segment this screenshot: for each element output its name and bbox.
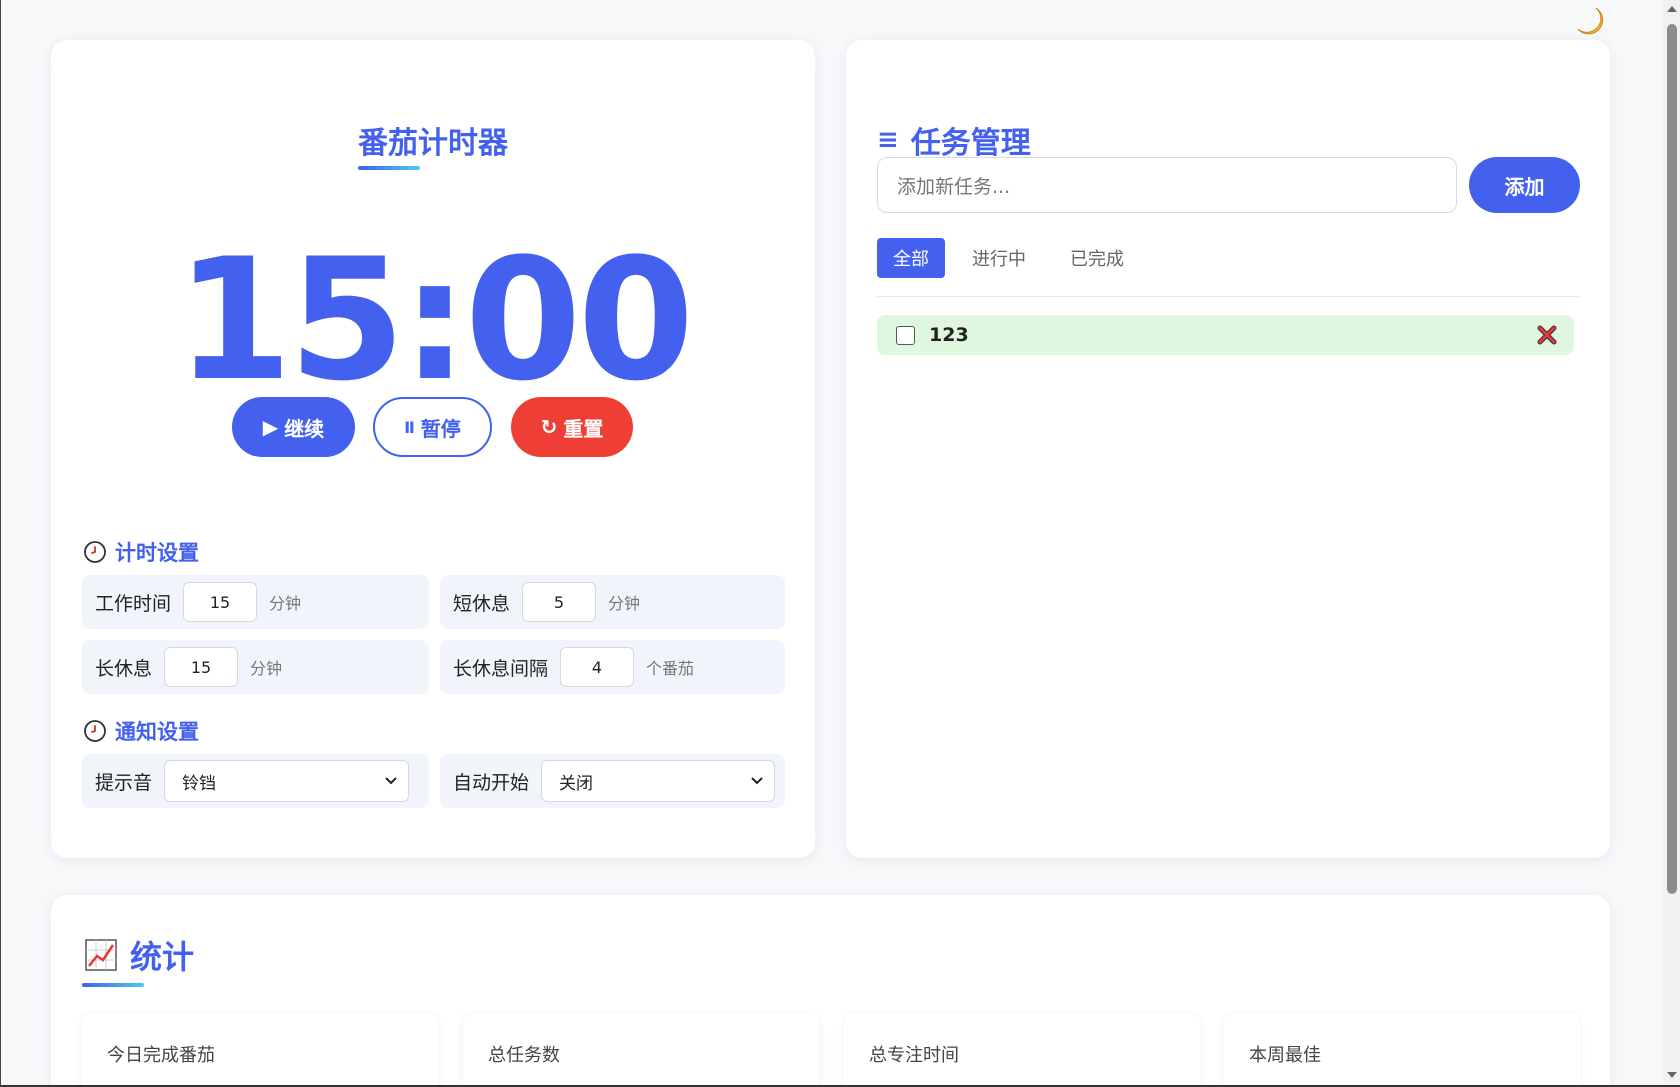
reset-button[interactable]: ↻ 重置: [511, 397, 633, 457]
continue-label: 继续: [284, 416, 325, 441]
timer-card: 番茄计时器 15:00 ▶ 继续 Ⅱ 暂停 ↻ 重置 计时设置 工作时间 15 …: [51, 40, 815, 858]
short-break-unit: 分钟: [608, 594, 641, 613]
timing-settings-label: 计时设置: [115, 541, 199, 565]
pause-button[interactable]: Ⅱ 暂停: [373, 397, 492, 457]
scroll-thumb[interactable]: [1667, 24, 1677, 894]
long-break-input[interactable]: 15: [164, 647, 239, 687]
stats-title: 统计: [84, 932, 194, 978]
stat-card-today: 今日完成番茄: [82, 1014, 438, 1087]
sound-select-value: 铃铛: [182, 773, 217, 794]
task-text: 123: [929, 324, 969, 346]
pause-label: 暂停: [420, 416, 461, 441]
stat-card-total-tasks: 总任务数: [463, 1014, 819, 1087]
sound-setting: 提示音 铃铛: [82, 754, 429, 808]
add-task-button[interactable]: 添加: [1469, 157, 1580, 213]
short-break-label: 短休息: [453, 592, 511, 615]
short-break-input[interactable]: 5: [522, 582, 597, 622]
page-scrollbar[interactable]: [1663, 0, 1680, 1087]
stat-card-weekly-best: 本周最佳: [1224, 1014, 1580, 1087]
theme-toggle-button[interactable]: [1571, 2, 1611, 42]
stats-title-label: 统计: [130, 938, 195, 976]
work-time-input[interactable]: 15: [183, 582, 258, 622]
work-time-unit: 分钟: [269, 594, 302, 613]
notification-settings-label: 通知设置: [115, 720, 199, 744]
chart-increasing-icon: [85, 939, 117, 971]
task-title: ≡ 任务管理: [877, 118, 1031, 162]
long-break-interval-setting: 长休息间隔 4 个番茄: [440, 640, 785, 694]
auto-start-label: 自动开始: [453, 771, 530, 794]
timer-display: 15:00: [175, 222, 695, 418]
work-time-setting: 工作时间 15 分钟: [82, 575, 429, 629]
auto-start-select-value: 关闭: [559, 773, 594, 794]
clock-icon: [84, 720, 106, 742]
reset-icon: ↻: [540, 415, 558, 439]
moon-icon: [1577, 7, 1604, 35]
long-break-setting: 长休息 15 分钟: [82, 640, 429, 694]
sound-select[interactable]: 铃铛: [164, 760, 410, 802]
delete-icon[interactable]: [1536, 324, 1558, 346]
long-break-label: 长休息: [95, 657, 153, 680]
title-underline: [358, 166, 420, 170]
timer-title: 番茄计时器: [358, 126, 508, 161]
short-break-setting: 短休息 5 分钟: [440, 575, 785, 629]
clock-icon: [84, 541, 106, 563]
auto-start-setting: 自动开始 关闭: [440, 754, 785, 808]
sound-label: 提示音: [95, 771, 153, 794]
long-break-interval-label: 长休息间隔: [453, 657, 549, 680]
filter-all[interactable]: 全部: [877, 238, 945, 278]
filter-completed[interactable]: 已完成: [1054, 238, 1140, 278]
filter-divider: [877, 296, 1579, 297]
work-time-label: 工作时间: [95, 592, 172, 615]
stat-card-focus-time: 总专注时间: [844, 1014, 1200, 1087]
filter-in-progress[interactable]: 进行中: [956, 238, 1042, 278]
continue-button[interactable]: ▶ 继续: [232, 397, 355, 457]
task-card: ≡ 任务管理 添加新任务... 添加 全部 进行中 已完成 123: [846, 40, 1610, 858]
notification-settings-title: 通知设置: [83, 716, 199, 746]
new-task-input[interactable]: 添加新任务...: [877, 157, 1457, 213]
reset-label: 重置: [563, 416, 604, 441]
play-icon: ▶: [262, 415, 279, 439]
chevron-down-icon: [751, 777, 763, 785]
scroll-up-arrow[interactable]: [1667, 6, 1677, 12]
long-break-unit: 分钟: [250, 659, 283, 678]
auto-start-select[interactable]: 关闭: [541, 760, 776, 802]
title-underline: [82, 983, 144, 987]
scroll-down-arrow[interactable]: [1667, 1072, 1677, 1078]
chevron-down-icon: [385, 777, 397, 785]
stats-card: 统计 今日完成番茄 总任务数 总专注时间 本周最佳: [51, 895, 1610, 1087]
long-break-interval-unit: 个番茄: [646, 659, 695, 678]
task-title-label: 任务管理: [910, 126, 1031, 161]
timing-settings-title: 计时设置: [83, 537, 199, 567]
pause-icon: Ⅱ: [404, 417, 415, 437]
task-checkbox[interactable]: [896, 325, 915, 345]
list-icon: ≡: [877, 125, 899, 155]
list-item: 123: [877, 315, 1574, 355]
long-break-interval-input[interactable]: 4: [560, 647, 635, 687]
